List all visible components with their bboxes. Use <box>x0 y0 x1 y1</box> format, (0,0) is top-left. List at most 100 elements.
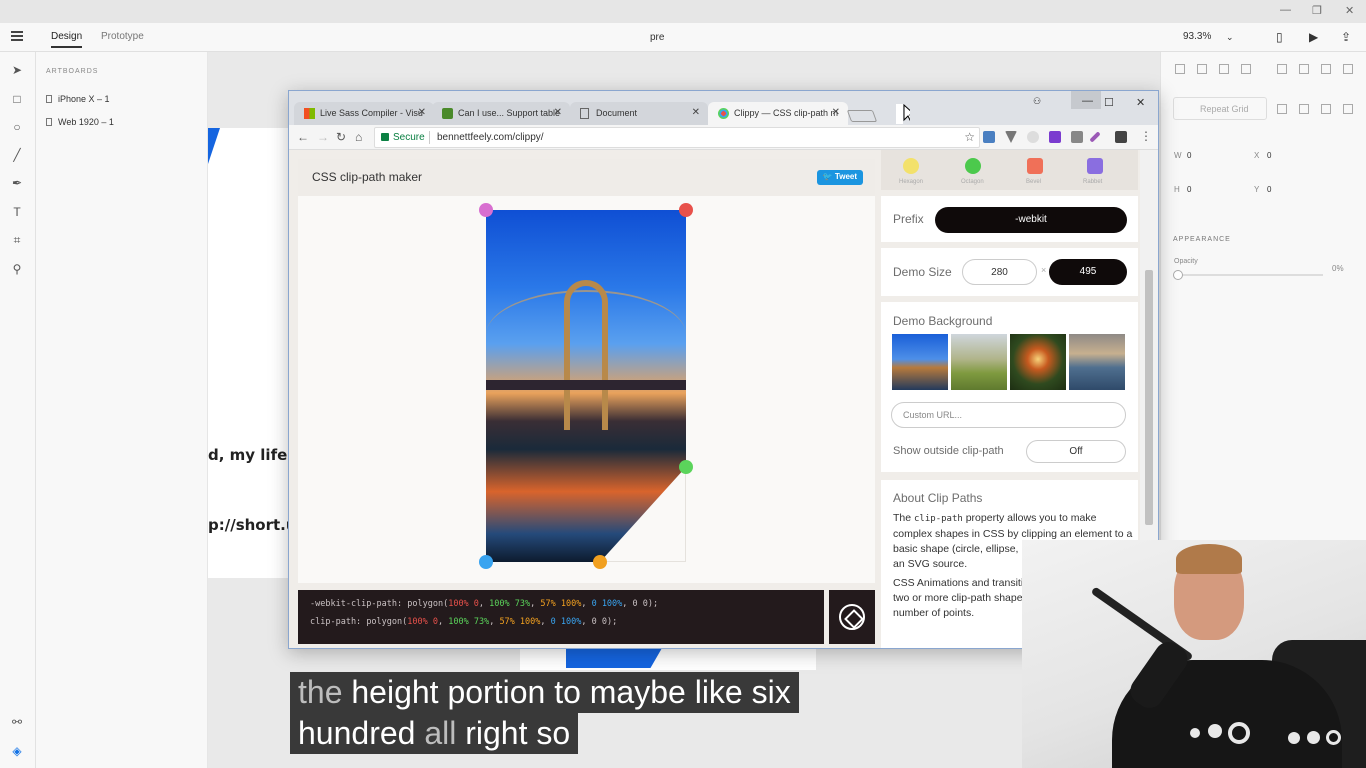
extension-icon[interactable] <box>1027 131 1039 143</box>
layer-label: Web 1920 – 1 <box>58 117 114 127</box>
tab-prototype[interactable]: Prototype <box>101 31 144 42</box>
clip-handle-p1[interactable] <box>679 203 693 217</box>
forward-icon[interactable]: → <box>317 130 329 144</box>
browser-tab[interactable]: Document ✕ <box>570 102 708 125</box>
shape-preset[interactable] <box>1087 158 1103 174</box>
home-icon[interactable]: ⌂ <box>355 130 362 144</box>
zoom-level[interactable]: 93.3% <box>1183 31 1211 42</box>
chevron-down-icon[interactable]: ⌄ <box>1226 32 1234 43</box>
select-tool-icon[interactable]: ➤ <box>10 63 24 77</box>
align-right-icon[interactable] <box>1321 64 1331 74</box>
close-icon[interactable]: ✕ <box>1345 4 1354 17</box>
close-icon[interactable]: ✕ <box>418 107 426 118</box>
close-icon[interactable]: ✕ <box>832 107 840 118</box>
close-icon[interactable]: ✕ <box>692 107 700 118</box>
background-thumbnail[interactable] <box>1069 334 1125 390</box>
show-outside-toggle[interactable]: Off <box>1026 440 1126 463</box>
x-field[interactable]: 0 <box>1267 151 1271 160</box>
profile-icon[interactable]: ⚇ <box>1033 96 1041 107</box>
tweet-button[interactable]: 🐦 Tweet <box>816 170 863 185</box>
clip-handle-p5[interactable] <box>479 203 493 217</box>
close-icon[interactable]: ✕ <box>554 107 562 118</box>
assets-icon[interactable]: ⚯ <box>10 715 24 729</box>
distribute-h-icon[interactable] <box>1343 64 1353 74</box>
opacity-slider-handle[interactable] <box>1173 270 1183 280</box>
artboard-mobile[interactable] <box>520 648 816 670</box>
scrollbar-thumb[interactable] <box>1145 270 1153 525</box>
text-tool-icon[interactable]: T <box>10 205 24 219</box>
shape-preset[interactable] <box>1027 158 1043 174</box>
pen-tool-icon[interactable]: ✒ <box>10 176 24 190</box>
artboard-tool-icon[interactable]: ⌗ <box>10 233 24 247</box>
align-center-icon[interactable] <box>1299 64 1309 74</box>
restore-icon[interactable]: ❐ <box>1312 4 1322 17</box>
share-icon[interactable]: ⇪ <box>1341 30 1351 44</box>
close-icon[interactable]: ✕ <box>1136 96 1145 109</box>
extension-icon[interactable] <box>983 131 995 143</box>
demo-height-input[interactable]: 495 <box>1049 259 1127 285</box>
demo-width-input[interactable]: 280 <box>962 259 1037 285</box>
y-field[interactable]: 0 <box>1267 185 1271 194</box>
document-title: pre <box>650 32 665 43</box>
opacity-value[interactable]: 0% <box>1332 264 1344 273</box>
maximize-icon[interactable]: ☐ <box>1104 96 1114 109</box>
background-thumbnail[interactable] <box>951 334 1007 390</box>
shape-preset[interactable] <box>965 158 981 174</box>
extension-icon[interactable] <box>1071 131 1083 143</box>
code-comma: , <box>437 617 449 627</box>
background-thumbnail[interactable] <box>892 334 948 390</box>
boolean-add-icon[interactable] <box>1277 104 1287 114</box>
demo-area[interactable] <box>479 203 693 569</box>
new-tab-button[interactable] <box>846 110 878 122</box>
ellipse-tool-icon[interactable]: ○ <box>10 120 24 134</box>
bookmark-star-icon[interactable]: ☆ <box>964 130 975 144</box>
align-bottom-icon[interactable] <box>1219 64 1229 74</box>
height-field[interactable]: 0 <box>1187 185 1191 194</box>
layer-item[interactable]: Web 1920 – 1 <box>46 117 114 127</box>
clip-handle-p3[interactable] <box>593 555 607 569</box>
menu-icon[interactable] <box>11 31 23 41</box>
tab-design[interactable]: Design <box>51 31 83 48</box>
codepen-button[interactable] <box>829 590 875 644</box>
prefix-toggle[interactable]: -webkit <box>935 207 1127 233</box>
align-middle-icon[interactable] <box>1197 64 1207 74</box>
layer-item[interactable]: iPhone X – 1 <box>46 94 110 104</box>
background-thumbnail[interactable] <box>1010 334 1066 390</box>
extension-icon[interactable] <box>1049 131 1061 143</box>
rectangle-tool-icon[interactable]: □ <box>10 92 24 106</box>
clip-handle-p2[interactable] <box>679 460 693 474</box>
repeat-grid-button[interactable]: Repeat Grid <box>1173 97 1267 120</box>
extension-icon[interactable] <box>1089 131 1101 143</box>
css-output[interactable]: -webkit-clip-path: polygon(100% 0, 100% … <box>298 590 824 644</box>
minimize-icon[interactable]: — <box>1280 4 1291 16</box>
back-icon[interactable]: ← <box>297 130 309 144</box>
extension-icon[interactable] <box>1005 131 1017 143</box>
distribute-icon[interactable] <box>1241 64 1251 74</box>
shape-preset[interactable] <box>903 158 919 174</box>
extension-icon[interactable] <box>1115 131 1127 143</box>
boolean-subtract-icon[interactable] <box>1299 104 1309 114</box>
play-icon[interactable]: ▶ <box>1309 30 1318 44</box>
reload-icon[interactable]: ↻ <box>336 130 346 144</box>
boolean-intersect-icon[interactable] <box>1321 104 1331 114</box>
browser-tab[interactable]: Live Sass Compiler - Visu ✕ <box>294 102 434 125</box>
browser-tab-active[interactable]: Clippy — CSS clip-path m ✕ <box>708 102 848 125</box>
address-bar[interactable]: Secure bennettfeely.com/clippy/ ☆ <box>374 127 980 148</box>
custom-url-input[interactable]: Custom URL... <box>891 402 1126 428</box>
zoom-tool-icon[interactable]: ⚲ <box>10 262 24 276</box>
minimize-icon[interactable]: — <box>1071 91 1101 109</box>
layers-icon[interactable]: ◈ <box>10 744 24 758</box>
device-preview-icon[interactable]: ▯ <box>1276 30 1283 44</box>
opacity-slider[interactable] <box>1175 274 1323 276</box>
align-left-icon[interactable] <box>1277 64 1287 74</box>
boolean-exclude-icon[interactable] <box>1343 104 1353 114</box>
url-text[interactable]: bennettfeely.com/clippy/ <box>437 132 544 143</box>
chrome-menu-icon[interactable]: ⋮ <box>1140 129 1152 143</box>
clip-handle-p4[interactable] <box>479 555 493 569</box>
artboard-web[interactable]: d, my life is p://short.url <box>208 128 290 578</box>
align-top-icon[interactable] <box>1175 64 1185 74</box>
width-field[interactable]: 0 <box>1187 151 1191 160</box>
browser-tab[interactable]: Can I use... Support table ✕ <box>432 102 570 125</box>
caption-text: right so <box>465 715 571 751</box>
line-tool-icon[interactable]: ╱ <box>10 148 24 162</box>
